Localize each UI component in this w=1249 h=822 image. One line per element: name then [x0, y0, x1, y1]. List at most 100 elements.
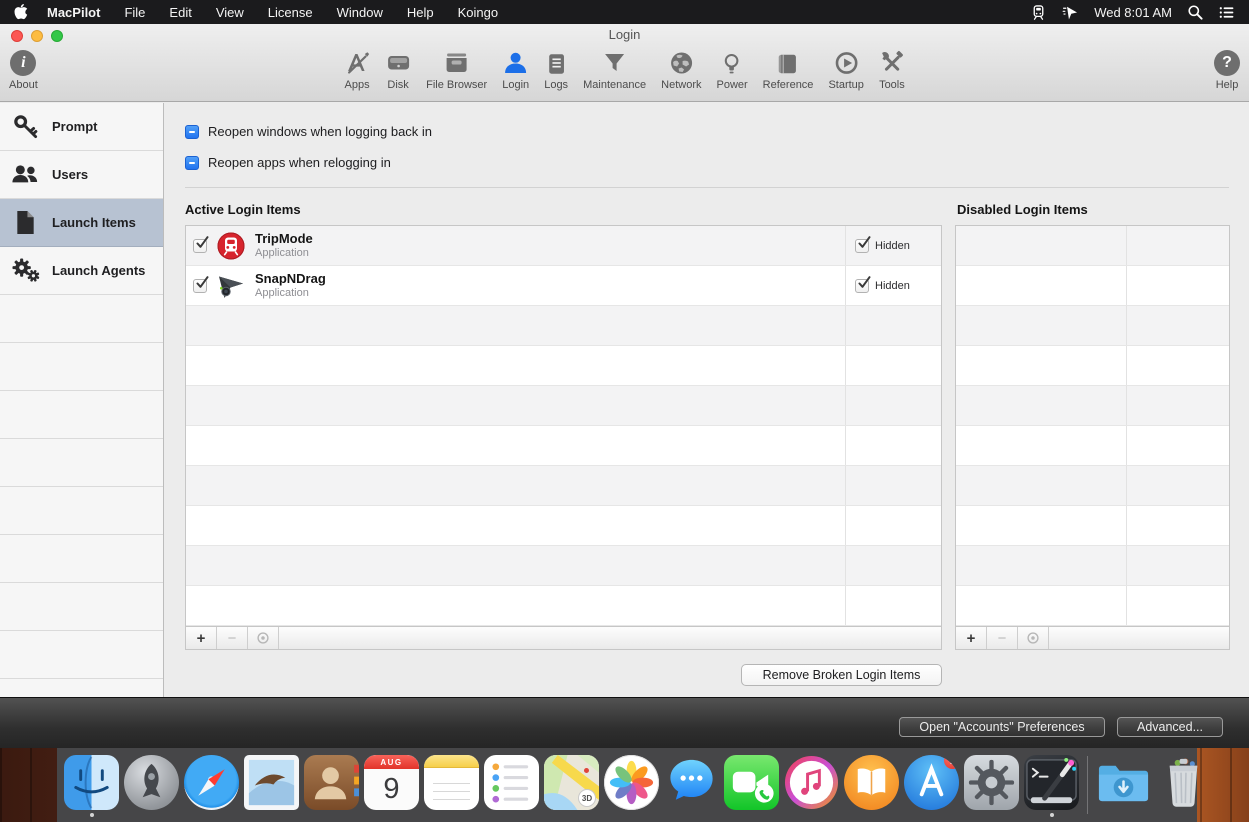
messages-icon[interactable]	[663, 752, 720, 818]
app-store-icon[interactable]: 1	[903, 752, 960, 818]
sidebar-empty-row	[0, 295, 163, 343]
lightbulb-icon	[720, 45, 744, 76]
menu-bar: MacPilot File Edit View License Window Help Ko…	[0, 0, 1249, 24]
finder-icon[interactable]	[63, 752, 120, 818]
apple-menu-icon[interactable]	[14, 4, 28, 20]
empty-table-row	[956, 306, 1229, 346]
ibooks-icon[interactable]	[843, 752, 900, 818]
login-item-kind: Application	[255, 287, 309, 300]
safari-icon[interactable]	[183, 752, 240, 818]
empty-table-row	[186, 426, 941, 466]
toolbar-power[interactable]: Power	[716, 45, 748, 91]
login-item-row[interactable]: SnapNDrag Application Hidden	[186, 266, 941, 306]
active-reveal-button[interactable]	[248, 627, 279, 649]
window-title-bar: Login i About Apps Disk File Browser Login L…	[0, 24, 1249, 102]
toolbar-apps[interactable]: Apps	[344, 45, 370, 91]
toolbar-label: Login	[502, 79, 530, 91]
empty-table-row	[956, 346, 1229, 386]
active-login-items-table: TripMode Application Hidden SnapNDrag Applic…	[185, 225, 942, 627]
toolbar-tools[interactable]: Tools	[879, 45, 905, 91]
disabled-login-items-table	[955, 225, 1230, 627]
calendar-icon[interactable]: AUG 9	[363, 752, 420, 818]
info-icon: i	[10, 45, 37, 76]
toolbar-file-browser[interactable]: File Browser	[426, 45, 487, 91]
contacts-icon[interactable]	[303, 752, 360, 818]
facetime-icon[interactable]	[723, 752, 780, 818]
hidden-checkbox[interactable]	[855, 235, 871, 253]
active-add-button[interactable]: +	[186, 627, 217, 649]
toolbar-disk[interactable]: Disk	[385, 45, 411, 91]
open-accounts-preferences-button[interactable]: Open "Accounts" Preferences	[899, 717, 1105, 737]
app-store-badge: 1	[944, 755, 959, 769]
mail-icon[interactable]	[243, 752, 300, 818]
menu-window[interactable]: Window	[337, 5, 383, 20]
toolbar-about[interactable]: i About	[9, 45, 38, 91]
tripmode-menu-icon[interactable]	[1030, 4, 1047, 21]
maps-icon[interactable]: 3D	[543, 752, 600, 818]
menu-view[interactable]: View	[216, 5, 244, 20]
sidebar-empty-row	[0, 343, 163, 391]
empty-table-row	[956, 226, 1229, 266]
login-item-row[interactable]: TripMode Application Hidden	[186, 226, 941, 266]
help-icon: ?	[1214, 45, 1240, 76]
menu-app-name[interactable]: MacPilot	[47, 5, 100, 20]
menu-koingo[interactable]: Koingo	[458, 5, 498, 20]
tools-icon	[879, 45, 905, 76]
toolbar-maintenance[interactable]: Maintenance	[583, 45, 646, 91]
toolbar-logs[interactable]: Logs	[544, 45, 568, 91]
enabled-checkbox[interactable]	[193, 235, 209, 253]
running-indicator	[1049, 813, 1054, 817]
login-option-label: Reopen windows when logging back in	[208, 124, 433, 139]
system-preferences-icon[interactable]	[963, 752, 1020, 818]
disabled-remove-button[interactable]: −	[987, 627, 1018, 649]
window-title: Login	[608, 27, 641, 42]
menu-help[interactable]: Help	[407, 5, 434, 20]
login-option: Reopen windows when logging back in	[185, 124, 432, 139]
key-icon	[9, 113, 41, 140]
sidebar-item-label: Launch Items	[52, 215, 136, 230]
sidebar-item-users[interactable]: Users	[0, 151, 163, 199]
sidebar-item-launch-agents[interactable]: Launch Agents	[0, 247, 163, 295]
remove-broken-login-items-button[interactable]: Remove Broken Login Items	[741, 664, 942, 686]
trash-icon[interactable]	[1155, 752, 1212, 818]
notification-center-icon[interactable]	[1218, 4, 1235, 21]
photos-icon[interactable]	[603, 752, 660, 818]
menu-file[interactable]: File	[124, 5, 145, 20]
menu-clock[interactable]: Wed 8:01 AM	[1094, 5, 1172, 20]
launchpad-icon[interactable]	[123, 752, 180, 818]
disabled-reveal-button[interactable]	[1018, 627, 1049, 649]
downloads-folder-icon[interactable]	[1095, 752, 1152, 818]
users-icon	[9, 162, 41, 187]
sidebar-empty-row	[0, 487, 163, 535]
toolbar-login[interactable]: Login	[502, 45, 529, 91]
advanced-button[interactable]: Advanced...	[1117, 717, 1223, 737]
toolbar-label: File Browser	[426, 79, 488, 91]
sidebar-item-prompt[interactable]: Prompt	[0, 103, 163, 151]
login-user-icon	[503, 45, 529, 76]
reopen-checkbox[interactable]	[185, 155, 199, 170]
dock-separator	[1083, 752, 1092, 818]
notes-icon[interactable]	[423, 752, 480, 818]
login-item-kind: Application	[255, 247, 309, 260]
itunes-icon[interactable]	[783, 752, 840, 818]
toolbar-startup[interactable]: Startup	[828, 45, 864, 91]
empty-table-row	[186, 306, 941, 346]
disabled-add-button[interactable]: +	[956, 627, 987, 649]
snapndrag-menu-icon[interactable]	[1062, 4, 1079, 21]
sidebar-item-launch-items[interactable]: Launch Items	[0, 199, 163, 247]
enabled-checkbox[interactable]	[193, 275, 209, 293]
search-icon[interactable]	[1187, 4, 1203, 20]
macpilot-dock-icon[interactable]	[1023, 752, 1080, 818]
hidden-checkbox[interactable]	[855, 275, 871, 293]
reopen-checkbox[interactable]	[185, 124, 199, 139]
reminders-icon[interactable]	[483, 752, 540, 818]
play-circle-icon	[833, 45, 859, 76]
sidebar-empty-row	[0, 583, 163, 631]
active-login-items-title: Active Login Items	[185, 202, 301, 217]
menu-edit[interactable]: Edit	[169, 5, 191, 20]
active-remove-button[interactable]: −	[217, 627, 248, 649]
toolbar-help[interactable]: ? Help	[1214, 45, 1240, 91]
menu-license[interactable]: License	[268, 5, 313, 20]
toolbar-reference[interactable]: Reference	[763, 45, 813, 91]
toolbar-network[interactable]: Network	[661, 45, 701, 91]
